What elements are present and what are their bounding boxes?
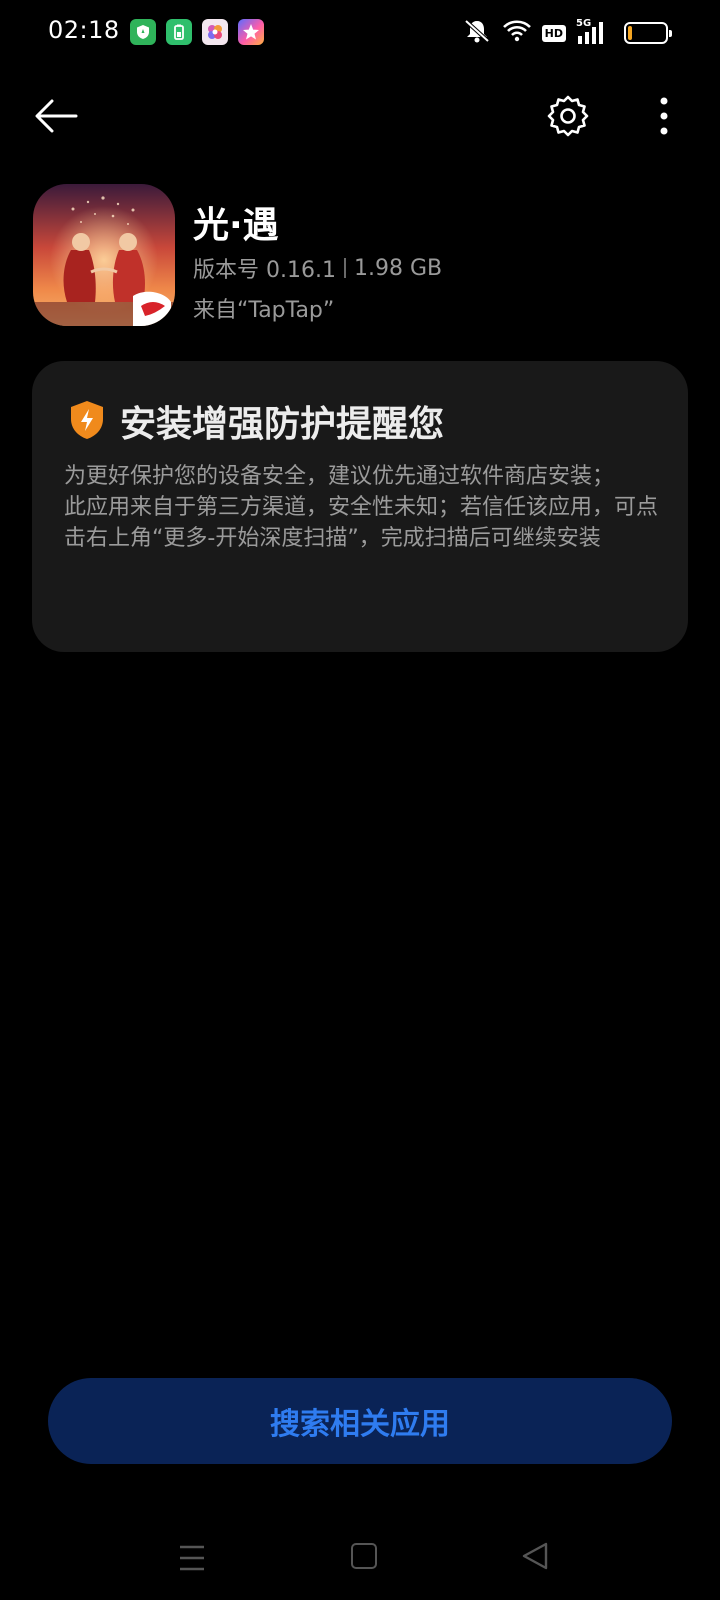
wifi-icon — [502, 19, 532, 47]
security-warning-card: 安装增强防护提醒您 为更好保护您的设备安全，建议优先通过软件商店安装； 此应用来… — [32, 361, 688, 652]
app-source: 来自“TapTap” — [193, 298, 335, 323]
app-size: 1.98 GB — [353, 255, 443, 281]
app-version: 版本号 0.16.1 — [193, 258, 336, 283]
status-time: 02:18 — [48, 16, 120, 44]
app-icon — [33, 184, 175, 326]
hd-badge: HD — [541, 24, 566, 42]
back-triangle-icon[interactable] — [520, 1540, 550, 1572]
more-options-button[interactable] — [640, 92, 688, 140]
mute-icon — [462, 18, 492, 48]
settings-button[interactable] — [540, 92, 596, 140]
warning-body: 为更好保护您的设备安全，建议优先通过软件商店安装； 此应用来自于第三方渠道，安全… — [64, 461, 664, 554]
app-meta: 版本号 0.16.1 1.98 GB — [193, 252, 442, 284]
signal-icon: 5G — [576, 18, 610, 46]
status-bar: 02:18 HD 5G — [0, 0, 720, 64]
gear-icon — [547, 95, 589, 137]
meta-divider — [343, 258, 346, 278]
app-name: 光·遇 — [193, 205, 279, 246]
shield-app-icon — [130, 19, 156, 45]
flower-app-icon — [202, 19, 228, 45]
shield-lightning-icon — [71, 401, 103, 439]
warning-paragraph: 为更好保护您的设备安全，建议优先通过软件商店安装； — [64, 464, 615, 489]
back-button[interactable] — [30, 92, 82, 140]
battery-level-fill — [628, 26, 632, 40]
search-related-apps-button[interactable]: 搜索相关应用 — [48, 1378, 672, 1464]
warning-title: 安装增强防护提醒您 — [120, 404, 445, 445]
arrow-left-icon — [35, 99, 78, 133]
system-icons: HD 5G — [462, 18, 672, 48]
battery-icon — [624, 22, 672, 44]
menu-icon[interactable] — [176, 1541, 208, 1575]
more-vertical-icon — [660, 97, 668, 135]
star-app-icon — [238, 19, 264, 45]
notification-icons — [130, 19, 264, 45]
battery-app-icon — [166, 19, 192, 45]
warning-paragraph: 此应用来自于第三方渠道，安全性未知；若信任该应用，可点击右上角“更多-开始深度扫… — [64, 495, 659, 551]
home-icon[interactable] — [351, 1543, 377, 1569]
